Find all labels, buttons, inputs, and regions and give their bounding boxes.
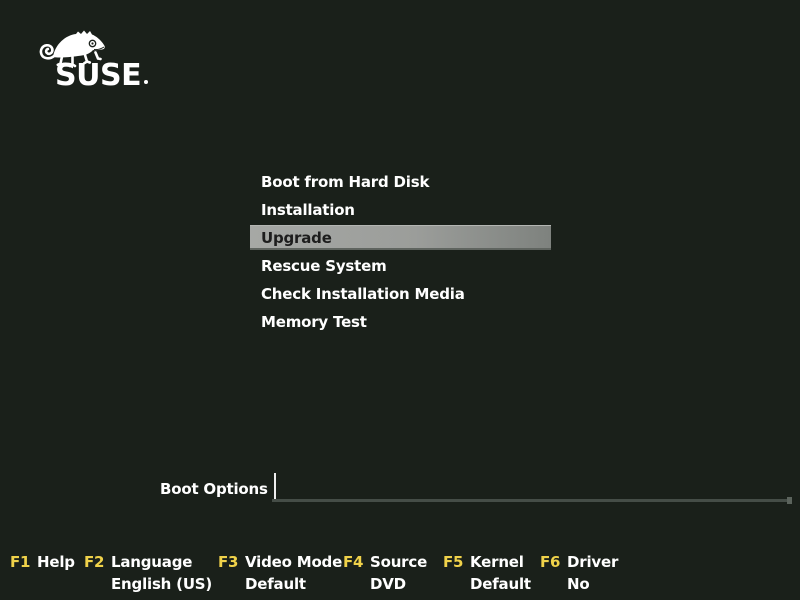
fkey-current-value: No <box>567 576 618 592</box>
boot-menu: Boot from Hard DiskInstallationUpgradeRe… <box>250 168 551 336</box>
fkey-action-label: Language <box>111 553 192 571</box>
fkey-f2-language[interactable]: F2 Language English (US) <box>84 554 212 592</box>
fkey-action-label: Kernel <box>470 553 524 571</box>
fkey-action-label: Video Mode <box>245 553 342 571</box>
fkey-current-value: Default <box>245 576 342 592</box>
fkey-current-value: Default <box>470 576 531 592</box>
fkey-key-label: F5 <box>443 554 463 570</box>
menu-item-installation[interactable]: Installation <box>250 196 551 224</box>
fkey-current-value: English (US) <box>111 576 212 592</box>
registered-mark-dot <box>144 80 148 84</box>
menu-item-memory-test[interactable]: Memory Test <box>250 308 551 336</box>
menu-item-rescue-system[interactable]: Rescue System <box>250 252 551 280</box>
fkey-current-value: DVD <box>370 576 427 592</box>
fkey-f3-video-mode[interactable]: F3 Video Mode Default <box>218 554 342 592</box>
fkey-key-label: F3 <box>218 554 238 570</box>
menu-item-check-installation-media[interactable]: Check Installation Media <box>250 280 551 308</box>
brand-wordmark: SUSE <box>55 58 141 93</box>
fkey-action-label: Driver <box>567 553 618 571</box>
boot-options-input[interactable] <box>272 471 791 502</box>
fkey-f6-driver[interactable]: F6 Driver No <box>540 554 618 592</box>
input-underline-cap <box>787 497 792 504</box>
menu-item-upgrade[interactable]: Upgrade <box>250 225 551 250</box>
text-cursor <box>274 473 276 499</box>
fkey-f5-kernel[interactable]: F5 Kernel Default <box>443 554 531 592</box>
fkey-key-label: F1 <box>10 554 30 570</box>
suse-logo: SUSE <box>38 26 148 91</box>
fkey-key-label: F2 <box>84 554 104 570</box>
boot-options-label: Boot Options <box>160 480 268 498</box>
fkey-f4-source[interactable]: F4 Source DVD <box>343 554 427 592</box>
fkey-action-label: Source <box>370 553 427 571</box>
fkey-key-label: F4 <box>343 554 363 570</box>
menu-item-boot-from-hard-disk[interactable]: Boot from Hard Disk <box>250 168 551 196</box>
fkey-f1-help[interactable]: F1 Help <box>10 554 75 576</box>
fkey-key-label: F6 <box>540 554 560 570</box>
function-key-bar: F1 Help F2 Language English (US) F3 Video Mode… <box>0 554 800 600</box>
fkey-action-label: Help <box>37 553 75 571</box>
